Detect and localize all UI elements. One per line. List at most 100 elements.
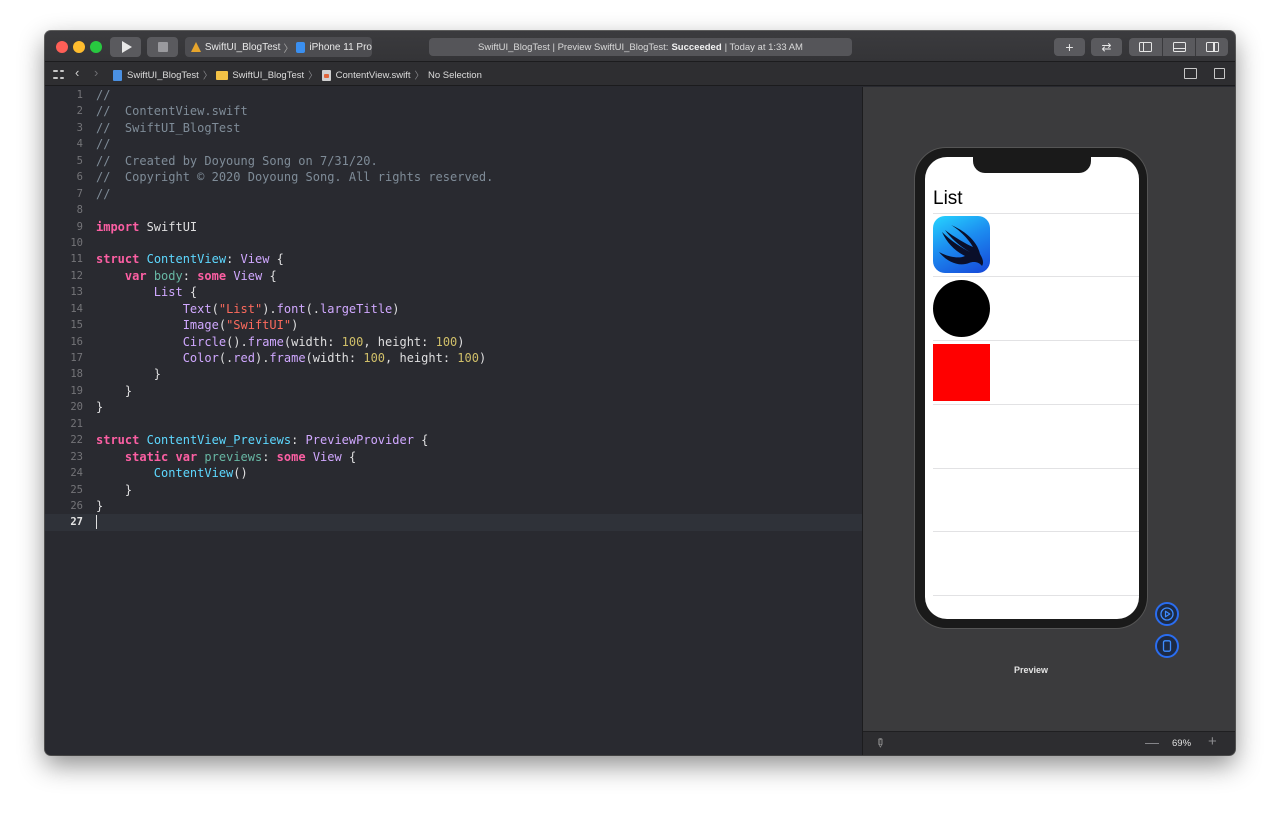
- toggle-debug-area-button[interactable]: [1162, 38, 1195, 56]
- preview-canvas[interactable]: List Preview ✎ — 69% +: [862, 87, 1235, 755]
- code-line[interactable]: 27: [45, 514, 862, 531]
- code-line[interactable]: 17 Color(.red).frame(width: 100, height:…: [45, 350, 862, 366]
- line-number[interactable]: 22: [45, 432, 83, 448]
- code-line[interactable]: 8: [45, 202, 862, 218]
- code-line[interactable]: 15 Image("SwiftUI"): [45, 317, 862, 333]
- back-chevron-icon[interactable]: ‹: [75, 65, 79, 80]
- code-line[interactable]: 4 //: [45, 136, 862, 152]
- add-editor-icon[interactable]: [1214, 68, 1225, 79]
- zoom-out-button[interactable]: —: [1145, 734, 1159, 750]
- line-source: ContentView(): [96, 465, 248, 481]
- line-number[interactable]: 24: [45, 465, 83, 481]
- code-line[interactable]: 11 struct ContentView: View {: [45, 251, 862, 267]
- line-number[interactable]: 18: [45, 366, 83, 382]
- breadcrumb-selection[interactable]: No Selection: [428, 70, 482, 81]
- line-number[interactable]: 4: [45, 136, 83, 152]
- code-review-button[interactable]: ⇄: [1091, 38, 1122, 56]
- code-line[interactable]: 24 ContentView(): [45, 465, 862, 481]
- line-number[interactable]: 11: [45, 251, 83, 267]
- code-line[interactable]: 25 }: [45, 482, 862, 498]
- code-token: ): [478, 351, 487, 365]
- run-button[interactable]: [110, 37, 141, 57]
- zoom-in-button[interactable]: +: [1208, 733, 1217, 750]
- live-preview-button[interactable]: [1155, 602, 1179, 626]
- adjust-editor-options-icon[interactable]: [1184, 68, 1197, 79]
- line-number[interactable]: 7: [45, 186, 83, 202]
- line-number[interactable]: 8: [45, 202, 83, 218]
- code-line[interactable]: 22 struct ContentView_Previews: PreviewPr…: [45, 432, 862, 448]
- scheme-selector[interactable]: SwiftUI_BlogTest 〉 iPhone 11 Pro: [185, 37, 372, 57]
- line-number[interactable]: 10: [45, 235, 83, 251]
- code-token: View: [233, 268, 263, 283]
- code-line[interactable]: 14 Text("List").font(.largeTitle): [45, 301, 862, 317]
- line-number[interactable]: 9: [45, 219, 83, 235]
- line-number[interactable]: 12: [45, 268, 83, 284]
- code-line[interactable]: 6 // Copyright © 2020 Doyoung Song. All r…: [45, 169, 862, 185]
- stop-button[interactable]: [147, 37, 178, 57]
- code-line[interactable]: 16 Circle().frame(width: 100, height: 10…: [45, 334, 862, 350]
- code-token: }: [96, 383, 133, 398]
- code-token: ContentView: [146, 252, 227, 267]
- chevron-right-icon: 〉: [308, 71, 318, 82]
- library-button[interactable]: +: [1054, 38, 1085, 56]
- line-number[interactable]: 5: [45, 153, 83, 169]
- code-token: ().: [226, 334, 248, 349]
- code-line[interactable]: 21: [45, 416, 862, 432]
- code-line[interactable]: 12 var body: some View {: [45, 268, 862, 284]
- forward-chevron-icon[interactable]: ›: [94, 65, 98, 80]
- code-line[interactable]: 10: [45, 235, 862, 251]
- zoom-level[interactable]: 69%: [1172, 738, 1191, 749]
- line-number[interactable]: 27: [45, 514, 83, 530]
- code-line[interactable]: 7 //: [45, 186, 862, 202]
- line-number[interactable]: 20: [45, 399, 83, 415]
- zoom-window-button[interactable]: [90, 41, 102, 53]
- line-source: // ContentView.swift: [96, 103, 248, 119]
- line-source: struct ContentView: View {: [96, 251, 284, 267]
- code-line[interactable]: 2 // ContentView.swift: [45, 103, 862, 119]
- line-number[interactable]: 26: [45, 498, 83, 514]
- line-number[interactable]: 25: [45, 482, 83, 498]
- code-token: ).: [262, 301, 277, 316]
- line-number[interactable]: 16: [45, 334, 83, 350]
- code-line[interactable]: 18 }: [45, 366, 862, 382]
- code-line[interactable]: 9 import SwiftUI: [45, 219, 862, 235]
- toggle-navigator-button[interactable]: [1129, 38, 1162, 56]
- breadcrumb-file[interactable]: ContentView.swift: [336, 70, 411, 81]
- breadcrumb-project[interactable]: SwiftUI_BlogTest: [127, 70, 199, 81]
- line-number[interactable]: 14: [45, 301, 83, 317]
- related-items-grid-icon[interactable]: [53, 69, 64, 80]
- line-number[interactable]: 19: [45, 383, 83, 399]
- code-line[interactable]: 20}: [45, 399, 862, 415]
- code-line[interactable]: 19 }: [45, 383, 862, 399]
- breadcrumb-folder[interactable]: SwiftUI_BlogTest: [232, 70, 304, 81]
- source-editor[interactable]: 1 // 2 // ContentView.swift 3 // SwiftUI_Blog…: [45, 87, 862, 755]
- code-line[interactable]: 23 static var previews: some View {: [45, 449, 862, 465]
- code-line[interactable]: 13 List {: [45, 284, 862, 300]
- device-screen[interactable]: List: [925, 157, 1139, 619]
- line-number[interactable]: 21: [45, 416, 83, 432]
- code-token: }: [96, 482, 133, 497]
- line-number[interactable]: 6: [45, 169, 83, 185]
- toggle-inspector-button[interactable]: [1195, 38, 1228, 56]
- code-token: frame: [247, 334, 284, 349]
- code-line[interactable]: 1 //: [45, 87, 862, 103]
- code-line[interactable]: 26}: [45, 498, 862, 514]
- play-circle-icon: [1160, 607, 1174, 621]
- line-number[interactable]: 2: [45, 103, 83, 119]
- code-line[interactable]: 3 // SwiftUI_BlogTest: [45, 120, 862, 136]
- activity-viewer[interactable]: SwiftUI_BlogTest | Preview SwiftUI_BlogT…: [429, 38, 852, 56]
- code-line[interactable]: 5 // Created by Doyoung Song on 7/31/20.: [45, 153, 862, 169]
- line-number[interactable]: 3: [45, 120, 83, 136]
- preview-on-device-button[interactable]: [1155, 634, 1179, 658]
- code-lines[interactable]: 1 // 2 // ContentView.swift 3 // SwiftUI_Blog…: [45, 87, 862, 531]
- line-number[interactable]: 17: [45, 350, 83, 366]
- minimize-window-button[interactable]: [73, 41, 85, 53]
- pin-icon[interactable]: ✎: [872, 734, 889, 751]
- close-window-button[interactable]: [56, 41, 68, 53]
- line-number[interactable]: 13: [45, 284, 83, 300]
- line-number[interactable]: 1: [45, 87, 83, 103]
- sidebar-right-icon: [1205, 42, 1219, 52]
- line-number[interactable]: 23: [45, 449, 83, 465]
- swiftui-logo-icon: [933, 216, 990, 273]
- line-number[interactable]: 15: [45, 317, 83, 333]
